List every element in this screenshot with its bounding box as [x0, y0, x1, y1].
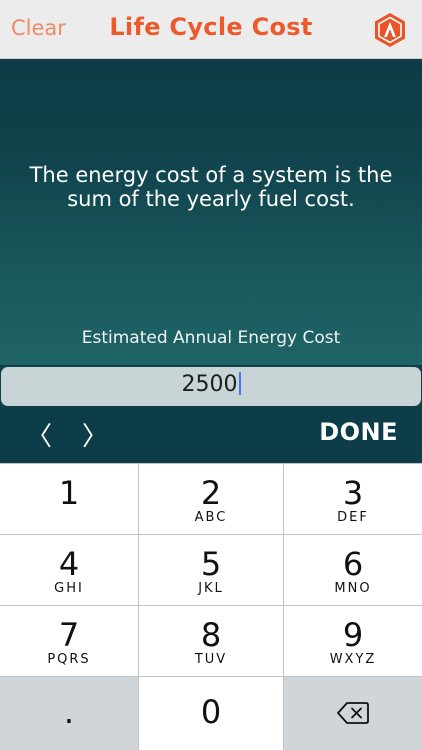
- key-1[interactable]: 1: [0, 464, 138, 534]
- key-letters: MNO: [334, 581, 372, 596]
- key-8[interactable]: 8 TUV: [139, 606, 283, 676]
- numeric-keypad: 1 2 ABC 3 DEF 4 GHI 5 JKL 6 MNO 7 PQRS 8…: [0, 463, 422, 750]
- field-label: Estimated Annual Energy Cost: [81, 328, 341, 348]
- key-digit: 9: [342, 616, 364, 654]
- delete-button[interactable]: [284, 677, 422, 750]
- key-letters: PQRS: [47, 652, 91, 667]
- key-0[interactable]: 0: [139, 677, 283, 750]
- done-button[interactable]: DONE: [319, 418, 398, 446]
- key-digit: 2: [200, 474, 222, 512]
- key-digit: 6: [342, 545, 364, 583]
- backspace-icon: [337, 702, 369, 724]
- info-message: The energy cost of a system is the sum o…: [29, 163, 393, 211]
- key-digit: .: [63, 693, 75, 731]
- key-letters: JKL: [198, 581, 224, 596]
- key-letters: WXYZ: [329, 652, 377, 667]
- key-letters: GHI: [54, 581, 84, 596]
- content-area: The energy cost of a system is the sum o…: [0, 59, 422, 365]
- key-digit: 8: [200, 616, 222, 654]
- key-digit: 4: [58, 545, 80, 583]
- key-letters: DEF: [337, 510, 369, 525]
- key-digit: 0: [200, 693, 222, 731]
- chevron-left-icon[interactable]: 〈: [26, 416, 52, 453]
- app-logo-icon[interactable]: [372, 12, 408, 48]
- input-value: 2500: [181, 372, 238, 397]
- page-title: Life Cycle Cost: [109, 13, 313, 41]
- key-4[interactable]: 4 GHI: [0, 535, 138, 605]
- key-3[interactable]: 3 DEF: [284, 464, 422, 534]
- key-digit: 5: [200, 545, 222, 583]
- key-digit: 7: [58, 616, 80, 654]
- text-caret: [238, 372, 241, 395]
- chevron-right-icon[interactable]: 〉: [82, 416, 108, 453]
- key-decimal[interactable]: .: [0, 677, 138, 750]
- energy-cost-input-value[interactable]: 2500: [0, 372, 422, 397]
- key-9[interactable]: 9 WXYZ: [284, 606, 422, 676]
- key-5[interactable]: 5 JKL: [139, 535, 283, 605]
- key-letters: TUV: [194, 652, 228, 667]
- key-letters: ABC: [194, 510, 228, 525]
- key-digit: 1: [58, 474, 80, 512]
- key-2[interactable]: 2 ABC: [139, 464, 283, 534]
- key-7[interactable]: 7 PQRS: [0, 606, 138, 676]
- app-header: Clear Life Cycle Cost: [0, 0, 422, 59]
- key-digit: 3: [342, 474, 364, 512]
- key-6[interactable]: 6 MNO: [284, 535, 422, 605]
